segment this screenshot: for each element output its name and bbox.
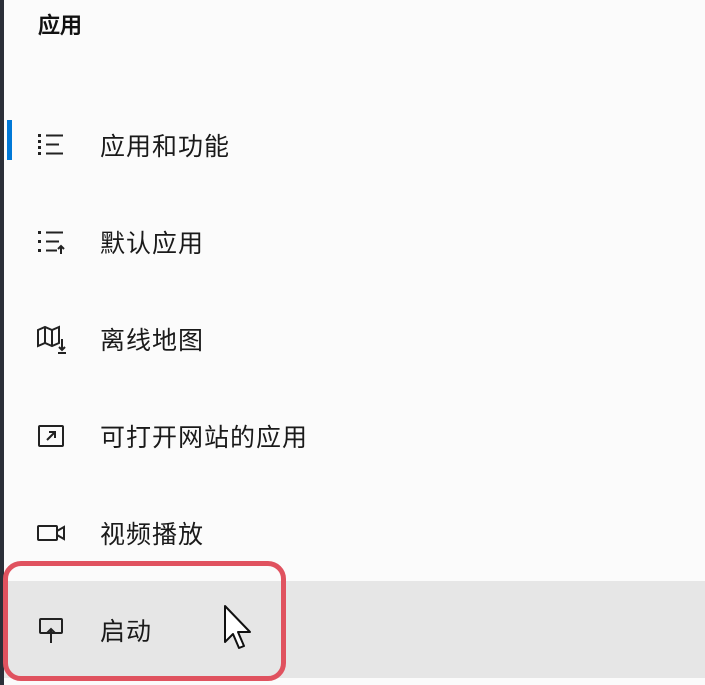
nav-label-apps-for-websites: 可打开网站的应用 xyxy=(100,422,309,452)
default-apps-icon xyxy=(34,225,68,259)
nav-label-default-apps: 默认应用 xyxy=(100,228,205,258)
section-title: 应用 xyxy=(38,14,83,39)
nav-label-apps-features: 应用和功能 xyxy=(100,131,231,161)
nav-item-startup[interactable]: 启动 xyxy=(4,581,705,678)
nav-item-apps-features[interactable]: 应用和功能 xyxy=(4,96,705,193)
nav-label-video-playback: 视频播放 xyxy=(100,519,205,549)
apps-features-icon xyxy=(34,128,68,162)
offline-maps-icon xyxy=(34,322,68,356)
nav-label-startup: 启动 xyxy=(100,616,153,646)
nav-list: 应用和功能 默认应用 离线地图 可打开网站的应用 视频播放 启动 xyxy=(4,96,705,678)
nav-label-offline-maps: 离线地图 xyxy=(100,325,205,355)
nav-item-default-apps[interactable]: 默认应用 xyxy=(4,193,705,290)
settings-window: 应用 应用和功能 默认应用 离线地图 可打开网站的应用 视频播放 启动 xyxy=(0,0,705,685)
nav-item-video-playback[interactable]: 视频播放 xyxy=(4,484,705,581)
nav-item-apps-for-websites[interactable]: 可打开网站的应用 xyxy=(4,387,705,484)
startup-icon xyxy=(34,613,68,647)
mouse-cursor-icon xyxy=(224,605,251,649)
video-playback-icon xyxy=(34,516,68,550)
nav-item-offline-maps[interactable]: 离线地图 xyxy=(4,290,705,387)
apps-for-websites-icon xyxy=(34,419,68,453)
